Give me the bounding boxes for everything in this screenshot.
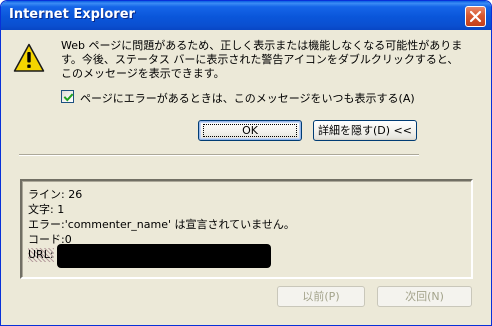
detail-line-number: ライン: 26 [28,188,83,201]
ok-button[interactable]: OK [198,120,302,141]
always-show-checkbox[interactable] [61,90,74,103]
previous-button[interactable]: 以前(P) [277,286,365,307]
error-message: Web ページに問題があるため、正しく表示または機能しなくなる可能性がありま す… [61,39,473,81]
hide-details-button[interactable]: 詳細を隠す(D) << [313,120,417,141]
title-bar[interactable]: Internet Explorer [1,1,491,30]
warning-icon [13,43,45,73]
message-line-2: す。今後、ステータス バーに表示された警告アイコンをダブルクリックすると、 [61,53,459,66]
close-button[interactable] [465,6,486,27]
previous-button-label: 以前(P) [302,290,340,303]
redacted-url [57,244,271,268]
detail-error: エラー:'commenter_name' は宣言されていません。 [28,218,295,231]
close-icon [469,10,482,23]
message-line-1: Web ページに問題があるため、正しく表示または機能しなくなる可能性がありま [61,39,463,52]
focus-indicator [203,124,297,137]
hide-details-button-label: 詳細を隠す(D) << [318,124,412,137]
error-dialog: Internet Explorer Web ページに問題があるため、正しく表示ま… [0,0,492,326]
window-title: Internet Explorer [9,7,135,22]
error-details-panel: ライン: 26 文字: 1 エラー:'commenter_name' は宣言され… [20,179,473,279]
detail-url: URL: [28,248,54,262]
checkmark-icon [63,93,74,102]
always-show-checkbox-label[interactable]: ページにエラーがあるときは、このメッセージをいつも表示する(A) [80,90,415,106]
detail-char: 文字: 1 [28,203,65,216]
separator [19,154,419,156]
next-button-label: 次回(N) [405,290,444,303]
next-button[interactable]: 次回(N) [377,286,472,307]
message-line-3: このメッセージを表示できます。 [61,67,225,80]
